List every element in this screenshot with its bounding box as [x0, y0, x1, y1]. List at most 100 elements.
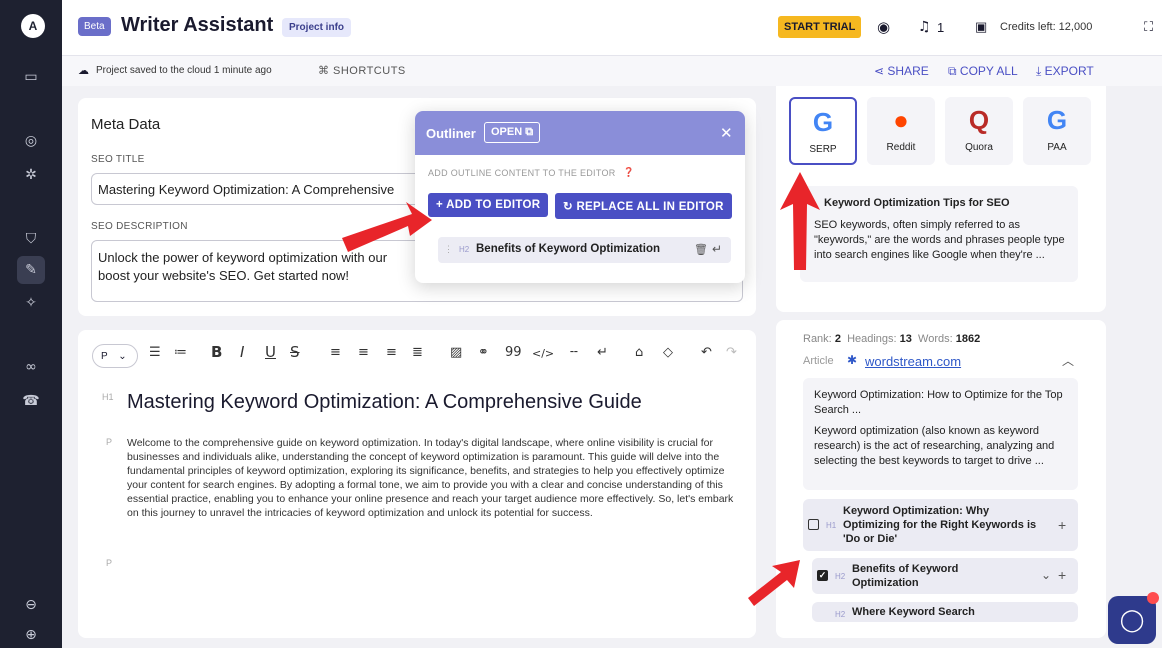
tip-card: Keyword Optimization Tips for SEO SEO ke…	[800, 186, 1078, 282]
align-justify-icon[interactable]: ≣	[412, 345, 423, 360]
block-type-select[interactable]: P ⌄	[92, 344, 138, 368]
add-label: ADD TO EDITOR	[446, 199, 541, 211]
block-type-value: P	[101, 351, 108, 362]
shortcuts-icon: ⌘	[318, 65, 329, 77]
rank-value: 2	[834, 333, 841, 345]
status-bar: ☁ Project saved to the cloud 1 minute ag…	[62, 56, 1162, 86]
insert-icon[interactable]: ↵	[712, 242, 722, 256]
app-logo[interactable]: A	[21, 14, 45, 38]
link-icon[interactable]: ⚭	[478, 345, 489, 360]
strikethrough-icon[interactable]: S	[290, 343, 300, 361]
result-stats: Rank: 2 Headings: 13 Words: 1862	[803, 333, 980, 345]
add-icon[interactable]: +	[1058, 517, 1066, 533]
heading-checkbox-checked[interactable]: ✓	[817, 570, 828, 581]
outliner-title: Outliner	[426, 126, 476, 141]
support-icon[interactable]: ☎	[20, 390, 42, 412]
numbered-list-icon[interactable]: ≔	[174, 345, 187, 360]
compass-icon[interactable]: ◎	[20, 130, 42, 152]
writer-icon[interactable]: ✎	[17, 256, 45, 284]
source-reddit[interactable]: ● Reddit	[867, 97, 935, 165]
line-break-icon[interactable]: ↵	[597, 345, 608, 360]
heading-item[interactable]: ✓ H2 Benefits of Keyword Optimization ⌄ …	[812, 558, 1078, 594]
reddit-icon: ●	[893, 105, 909, 135]
share-button[interactable]: ⋖ SHARE	[874, 64, 929, 78]
beta-badge: Beta	[78, 17, 111, 36]
replace-label: REPLACE ALL IN EDITOR	[576, 201, 724, 213]
heading-text: Keyword Optimization: Why Optimizing for…	[843, 505, 1037, 545]
copy-all-label: COPY ALL	[959, 64, 1018, 78]
collapse-icon[interactable]: ︿	[1062, 352, 1074, 369]
editor-paragraph[interactable]: Welcome to the comprehensive guide on ke…	[127, 436, 742, 520]
help-icon[interactable]: ⊕	[20, 624, 42, 646]
settings-icon[interactable]: ✲	[20, 164, 42, 186]
result-snippet: Keyword Optimization: How to Optimize fo…	[803, 378, 1078, 490]
heading-item[interactable]: H2 Where Keyword Search	[812, 602, 1078, 622]
align-left-icon[interactable]: ≡	[330, 345, 341, 360]
image-icon[interactable]: ▨	[450, 345, 462, 360]
code-icon[interactable]: </>	[532, 347, 554, 360]
result-type: Article	[803, 355, 834, 367]
outliner-panel: Outliner OPEN ⧉ ✕ ADD OUTLINE CONTENT TO…	[415, 111, 745, 283]
eraser-icon[interactable]: ◇	[663, 345, 673, 360]
fullscreen-icon[interactable]: ⛶	[1144, 19, 1153, 35]
shortcuts-button[interactable]: SHORTCUTS	[333, 65, 406, 77]
help-icon: ❓	[623, 167, 635, 177]
document-icon[interactable]: ▭	[20, 66, 42, 88]
outline-item[interactable]: ⋮ H2 Benefits of Keyword Optimization 🗑 …	[438, 237, 731, 263]
credits-text: Credits left: 12,000	[1000, 21, 1093, 33]
heading-text: Where Keyword Search	[852, 606, 975, 618]
project-info-button[interactable]: Project info	[282, 18, 352, 37]
bell-icon[interactable]: ♫	[918, 19, 931, 35]
meta-heading: Meta Data	[91, 116, 161, 133]
magic-wand-icon[interactable]: ✧	[20, 292, 42, 314]
source-serp[interactable]: G SERP	[789, 97, 857, 165]
copy-all-button[interactable]: ⧉ COPY ALL	[948, 64, 1018, 79]
favicon-icon: ✱	[847, 353, 858, 367]
redo-icon[interactable]: ↷	[726, 345, 737, 360]
source-label: Quora	[965, 142, 993, 153]
bold-icon[interactable]: B	[211, 343, 222, 361]
horizontal-rule-icon[interactable]: ╌	[570, 345, 578, 360]
logout-icon[interactable]: ⊖	[20, 594, 42, 616]
outline-item-tag: H2	[459, 245, 470, 254]
h1-tag: H1	[102, 392, 114, 402]
drag-handle-icon[interactable]: ⋮	[444, 244, 453, 255]
open-label: OPEN	[491, 126, 523, 138]
add-icon[interactable]: +	[1058, 567, 1066, 583]
editor-heading[interactable]: Mastering Keyword Optimization: A Compre…	[127, 391, 642, 414]
trash-icon[interactable]: 🗑	[694, 243, 708, 256]
external-link-icon: ⧉	[525, 126, 534, 138]
annotation-arrow	[342, 202, 432, 252]
undo-icon[interactable]: ↶	[701, 345, 712, 360]
add-to-editor-button[interactable]: + ADD TO EDITOR	[428, 193, 549, 217]
italic-icon[interactable]: I	[240, 343, 244, 361]
start-trial-button[interactable]: START TRIAL	[778, 16, 862, 38]
outline-item-text: Benefits of Keyword Optimization	[476, 243, 661, 255]
quote-icon[interactable]: 99	[505, 345, 522, 360]
bullet-list-icon[interactable]: ☰	[149, 345, 161, 360]
chat-button[interactable]: ◯	[1108, 596, 1156, 644]
heading-checkbox[interactable]	[808, 519, 819, 530]
heading-item[interactable]: H1 Keyword Optimization: Why Optimizing …	[803, 499, 1078, 551]
export-button[interactable]: ⤓ EXPORT	[1036, 64, 1094, 79]
seo-title-label: SEO TITLE	[91, 154, 145, 165]
close-icon[interactable]: ✕	[720, 124, 733, 142]
underline-icon[interactable]: U	[265, 343, 276, 361]
result-domain-link[interactable]: wordstream.com	[865, 354, 961, 369]
notification-count: 1	[937, 20, 945, 35]
align-center-icon[interactable]: ≡	[358, 345, 369, 360]
replace-all-button[interactable]: ↻ REPLACE ALL IN EDITOR	[555, 193, 732, 219]
account-icon[interactable]: ◉	[877, 18, 890, 36]
result-description: Keyword optimization (also known as keyw…	[814, 425, 1055, 467]
sidebar: A ▭ ◎ ✲ ⛉ ✎ ✧ ∞ ☎ ⊖ ⊕	[0, 0, 62, 648]
link-icon[interactable]: ∞	[20, 356, 42, 378]
google-icon: G	[812, 107, 834, 137]
expand-icon[interactable]: ⌄	[1041, 568, 1051, 582]
highlight-icon[interactable]: ⌂	[635, 345, 643, 360]
source-paa[interactable]: G PAA	[1023, 97, 1091, 165]
align-right-icon[interactable]: ≡	[386, 345, 397, 360]
source-quora[interactable]: Q Quora	[945, 97, 1013, 165]
shield-icon[interactable]: ⛉	[20, 228, 42, 250]
result-title: Keyword Optimization: How to Optimize fo…	[814, 389, 1063, 416]
outliner-open-button[interactable]: OPEN ⧉	[484, 122, 541, 143]
